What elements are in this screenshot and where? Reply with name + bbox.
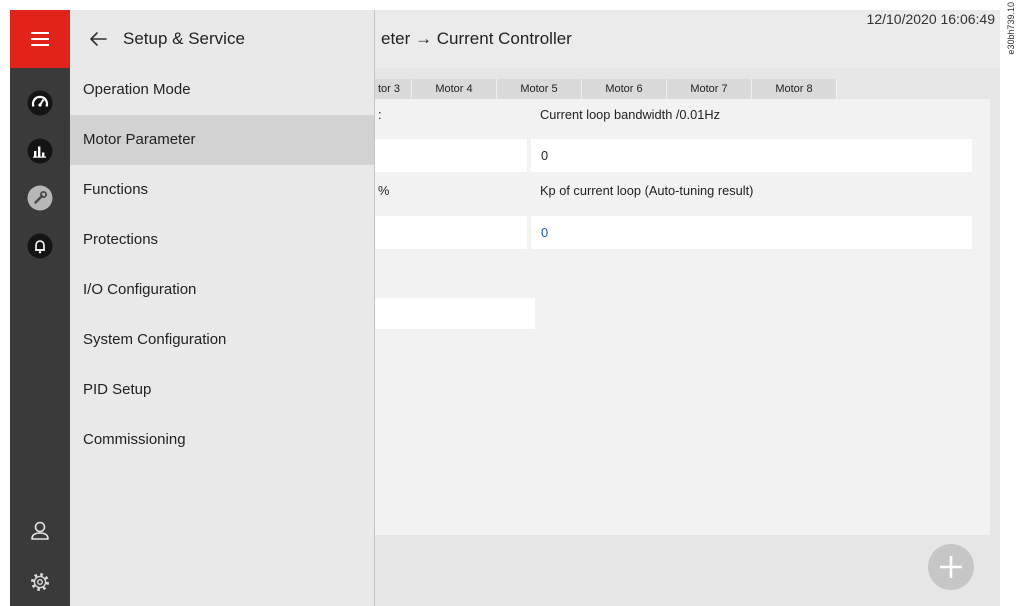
kp-current-loop-label: Kp of current loop (Auto-tuning result) bbox=[540, 183, 754, 198]
bell-icon bbox=[27, 233, 53, 259]
main-content: eter → Current Controller 12/10/2020 16:… bbox=[375, 10, 1000, 606]
timestamp: 12/10/2020 16:06:49 bbox=[866, 11, 995, 27]
app-window: Setup & Service Operation Mode Motor Par… bbox=[10, 10, 1000, 606]
nav-chart-button[interactable] bbox=[27, 138, 53, 164]
dashboard-icon bbox=[27, 90, 53, 116]
motor-tabs: tor 3 Motor 4 Motor 5 Motor 6 Motor 7 Mo… bbox=[375, 79, 845, 99]
main-header: eter → Current Controller 12/10/2020 16:… bbox=[375, 10, 1000, 68]
tab-motor-6[interactable]: Motor 6 bbox=[582, 79, 667, 99]
menu-item-protections[interactable]: Protections bbox=[70, 215, 374, 265]
menu-title: Setup & Service bbox=[123, 29, 245, 48]
menu-item-motor-parameter[interactable]: Motor Parameter bbox=[70, 115, 374, 165]
setup-service-menu: Setup & Service Operation Mode Motor Par… bbox=[70, 10, 375, 606]
gear-icon bbox=[31, 573, 49, 591]
nav-user-button[interactable] bbox=[27, 518, 53, 544]
menu-header: Setup & Service bbox=[70, 10, 374, 68]
left-field-input-1[interactable] bbox=[375, 139, 527, 172]
menu-item-io-configuration[interactable]: I/O Configuration bbox=[70, 265, 374, 315]
nav-dashboard-button[interactable] bbox=[27, 90, 53, 116]
tab-motor-4[interactable]: Motor 4 bbox=[412, 79, 497, 99]
field-label: % bbox=[378, 183, 390, 198]
kp-current-loop-input[interactable] bbox=[531, 216, 972, 249]
nav-settings-button[interactable] bbox=[27, 569, 53, 595]
hamburger-icon bbox=[31, 32, 49, 46]
nav-setup-service-button[interactable] bbox=[27, 185, 53, 211]
parameter-panel: : Current loop bandwidth /0.01Hz % Kp of… bbox=[375, 99, 990, 535]
nav-alarms-button[interactable] bbox=[27, 233, 53, 259]
tab-motor-5[interactable]: Motor 5 bbox=[497, 79, 582, 99]
tab-motor-8[interactable]: Motor 8 bbox=[752, 79, 837, 99]
hamburger-menu-button[interactable] bbox=[10, 10, 70, 68]
menu-item-functions[interactable]: Functions bbox=[70, 165, 374, 215]
arrow-left-icon bbox=[90, 32, 107, 46]
current-loop-bandwidth-label: Current loop bandwidth /0.01Hz bbox=[540, 107, 720, 122]
add-button[interactable] bbox=[928, 544, 974, 590]
breadcrumb: eter → Current Controller bbox=[381, 29, 572, 48]
menu-list: Operation Mode Motor Parameter Functions… bbox=[70, 65, 374, 465]
user-icon bbox=[31, 521, 49, 540]
tab-motor-7[interactable]: Motor 7 bbox=[667, 79, 752, 99]
menu-item-commissioning[interactable]: Commissioning bbox=[70, 415, 374, 465]
field-label: : bbox=[378, 107, 382, 122]
left-field-input-3[interactable] bbox=[375, 298, 535, 329]
back-button[interactable] bbox=[88, 30, 108, 48]
figure-id: e30bh739.10 bbox=[1006, 2, 1016, 55]
left-field-input-2[interactable] bbox=[375, 216, 527, 249]
menu-item-pid-setup[interactable]: PID Setup bbox=[70, 365, 374, 415]
current-loop-bandwidth-input[interactable] bbox=[531, 139, 972, 172]
chart-icon bbox=[27, 138, 53, 164]
wrench-icon bbox=[27, 185, 53, 211]
menu-item-system-configuration[interactable]: System Configuration bbox=[70, 315, 374, 365]
plus-icon bbox=[940, 556, 962, 578]
menu-item-operation-mode[interactable]: Operation Mode bbox=[70, 65, 374, 115]
tab-motor-3[interactable]: tor 3 bbox=[375, 79, 412, 99]
sidebar bbox=[10, 10, 70, 606]
